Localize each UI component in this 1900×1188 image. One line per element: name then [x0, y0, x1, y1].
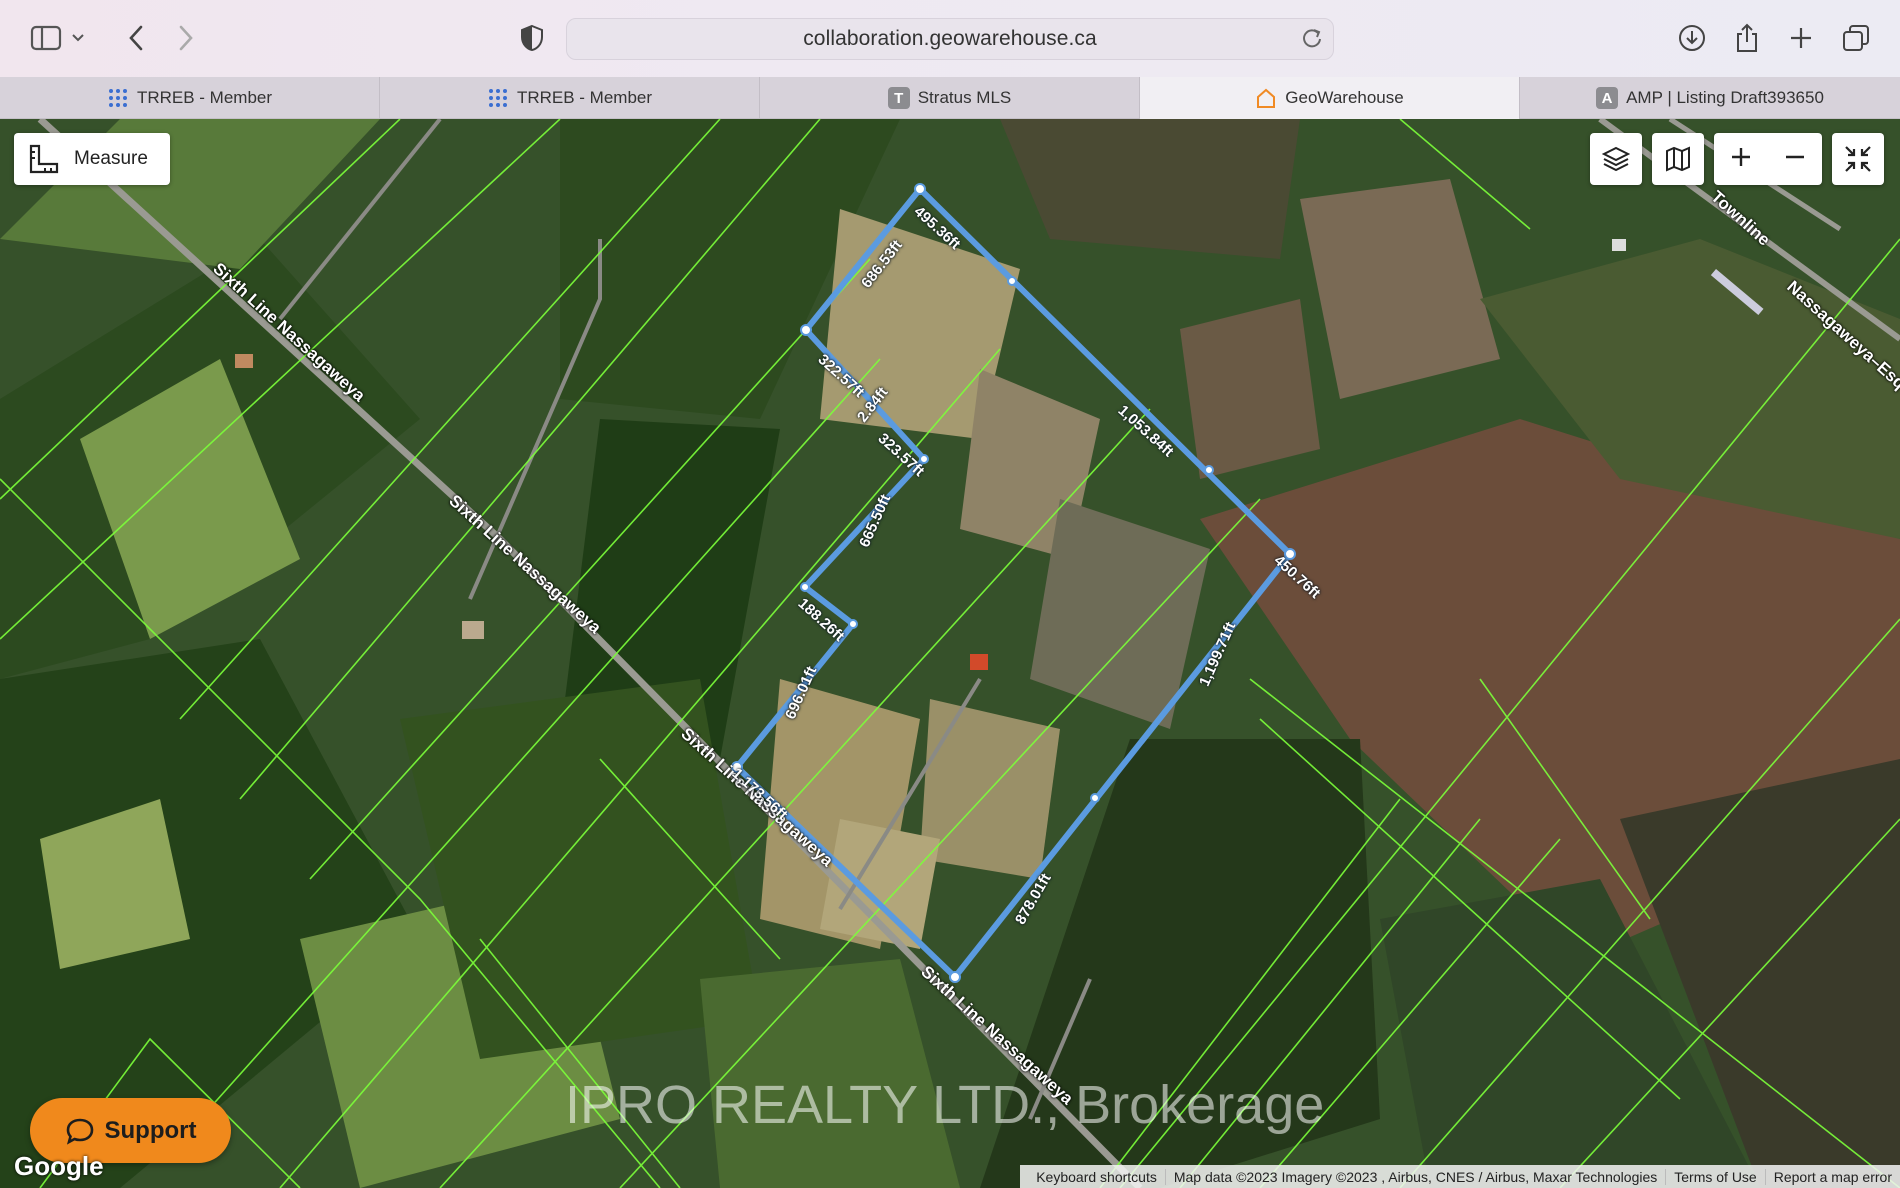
chat-bubble-icon	[66, 1118, 93, 1145]
zoom-out-icon[interactable]	[1783, 145, 1807, 174]
reload-icon[interactable]	[1301, 27, 1323, 54]
map-attribution: Keyboard shortcuts Map data ©2023 Imager…	[1020, 1165, 1900, 1188]
letter-a-icon: A	[1596, 87, 1619, 109]
tab-trreb-2[interactable]: TRREB - Member	[380, 77, 760, 119]
downloads-icon[interactable]	[1674, 20, 1710, 56]
collapse-icon	[1845, 146, 1871, 172]
letter-t-icon: T	[887, 87, 910, 109]
forward-icon[interactable]	[168, 20, 204, 56]
map-type-button[interactable]	[1652, 133, 1704, 185]
house-outline-icon	[1255, 87, 1277, 109]
satellite-map[interactable]: Measure Sixth Line Nassagaweya Sixth Lin…	[0, 119, 1900, 1188]
tab-stratus-mls[interactable]: T Stratus MLS	[760, 77, 1140, 119]
zoom-control	[1714, 133, 1822, 185]
chevron-down-icon[interactable]	[68, 20, 88, 56]
brokerage-watermark: IPRO REALTY LTD., Brokerage	[565, 1075, 1325, 1135]
measure-label: Measure	[74, 148, 148, 169]
sidebar-toggle-icon[interactable]	[28, 20, 64, 56]
support-label: Support	[104, 1116, 197, 1144]
browser-toolbar: collaboration.geowarehouse.ca	[0, 0, 1900, 77]
share-icon[interactable]	[1729, 20, 1765, 56]
measure-button[interactable]: Measure	[14, 133, 170, 185]
privacy-shield-icon[interactable]	[514, 20, 550, 56]
tab-label: Stratus MLS	[917, 88, 1012, 107]
tab-geowarehouse[interactable]: GeoWarehouse	[1140, 77, 1520, 119]
back-icon[interactable]	[118, 20, 154, 56]
map-data-attribution: Map data ©2023 Imagery ©2023 , Airbus, C…	[1166, 1168, 1667, 1185]
url-text: collaboration.geowarehouse.ca	[803, 27, 1097, 50]
map-icon	[1666, 146, 1690, 172]
zoom-in-icon[interactable]	[1729, 145, 1753, 174]
exit-fullscreen-button[interactable]	[1832, 133, 1884, 185]
tab-label: TRREB - Member	[136, 88, 273, 107]
tab-label: GeoWarehouse	[1285, 88, 1404, 107]
tab-label: TRREB - Member	[516, 88, 653, 107]
keyboard-shortcuts-link[interactable]: Keyboard shortcuts	[1028, 1168, 1166, 1185]
layers-icon	[1602, 146, 1630, 172]
new-tab-icon[interactable]	[1783, 20, 1819, 56]
tab-label: AMP | Listing Draft393650	[1626, 88, 1824, 107]
tab-bar: TRREB - Member TRREB - Member T Stratus …	[0, 77, 1900, 119]
layers-button[interactable]	[1590, 133, 1642, 185]
trreb-dots-icon	[487, 87, 509, 109]
tab-overview-icon[interactable]	[1838, 20, 1874, 56]
report-map-error-link[interactable]: Report a map error	[1766, 1169, 1900, 1185]
trreb-dots-icon	[107, 87, 129, 109]
tab-amp-listing[interactable]: A AMP | Listing Draft393650	[1520, 77, 1900, 119]
terms-of-use-link[interactable]: Terms of Use	[1666, 1168, 1766, 1185]
satellite-imagery	[0, 119, 1900, 1188]
tab-trreb-1[interactable]: TRREB - Member	[0, 77, 380, 119]
google-logo: Google	[14, 1151, 104, 1181]
ruler-icon	[29, 144, 59, 174]
address-bar[interactable]: collaboration.geowarehouse.ca	[566, 18, 1334, 60]
